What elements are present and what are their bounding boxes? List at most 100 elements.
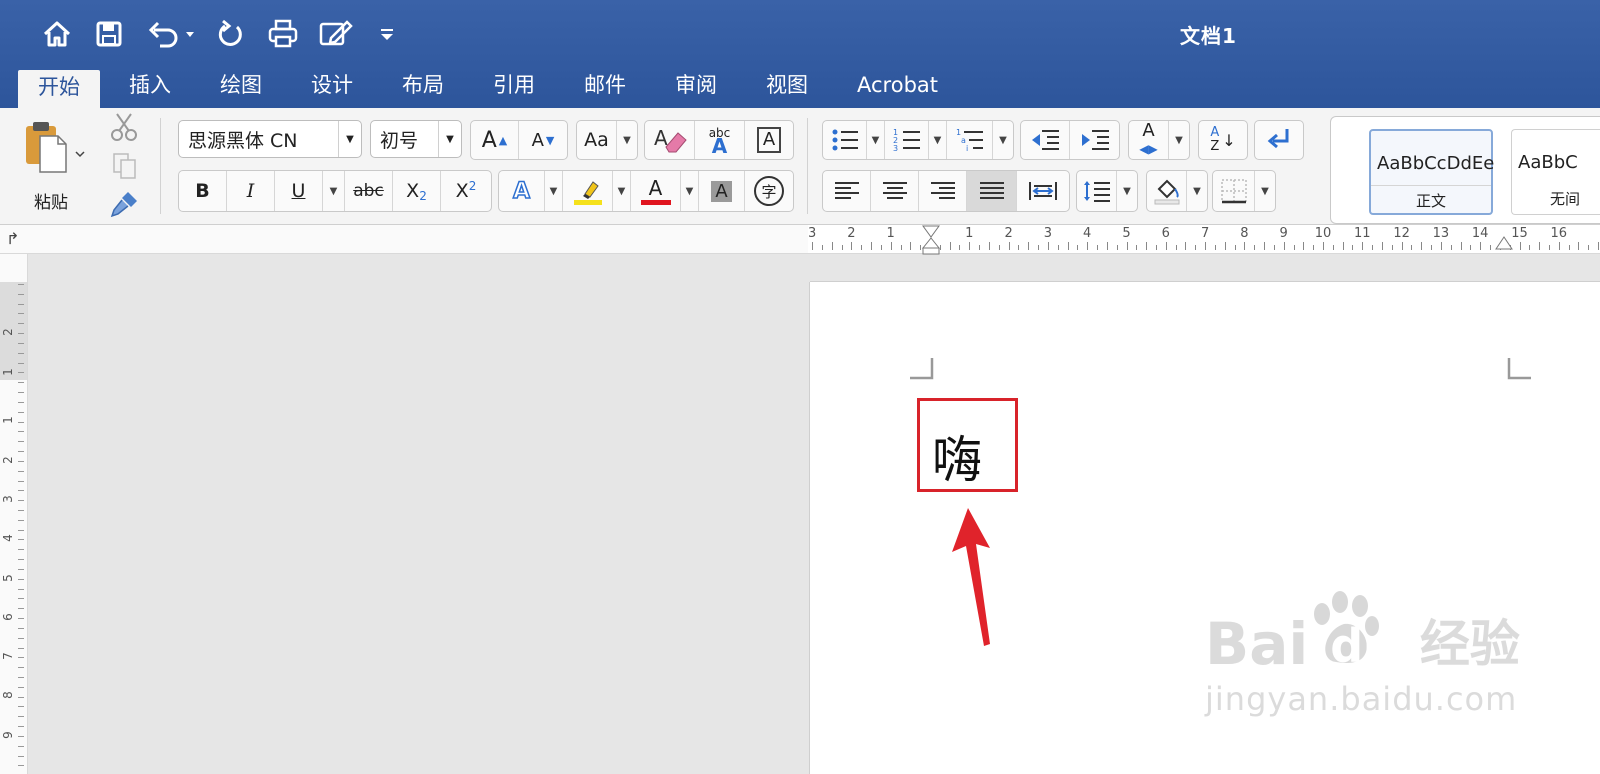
chevron-down-icon[interactable]: ▼ <box>993 121 1013 159</box>
horizontal-ruler[interactable]: ↱ 3 2 1 1 2 3 4 5 6 7 8 9 10 11 12 13 14 15 16 <box>0 225 1600 255</box>
multilevel-list-button[interactable]: 1ai <box>947 121 993 159</box>
shading-button[interactable]: ▼ <box>1146 170 1208 212</box>
chevron-down-icon[interactable]: ▼ <box>1187 171 1207 211</box>
chevron-down-icon[interactable]: ▼ <box>1255 171 1275 211</box>
style-item-no-spacing[interactable]: AaBbC 无间 <box>1511 129 1600 215</box>
tab-mailings[interactable]: 邮件 <box>564 68 646 106</box>
sort-button[interactable]: A Z ↓ <box>1198 120 1248 160</box>
align-center-button[interactable] <box>871 171 919 211</box>
right-indent-marker-icon[interactable] <box>1494 235 1514 251</box>
alignment-group <box>822 170 1070 212</box>
character-shading-button[interactable]: A <box>699 171 745 211</box>
indent-group <box>1020 120 1120 160</box>
format-painter-icon[interactable] <box>110 190 140 218</box>
clear-formatting-button[interactable]: A <box>645 121 695 159</box>
chevron-down-icon[interactable]: ▼ <box>617 121 637 159</box>
tab-layout[interactable]: 布局 <box>382 68 464 106</box>
ruler-tick <box>1391 245 1393 250</box>
borders-button[interactable]: ▼ <box>1212 170 1276 212</box>
print-icon[interactable] <box>266 17 300 51</box>
italic-button[interactable]: I <box>227 171 275 211</box>
home-icon[interactable] <box>40 17 74 51</box>
highlight-button[interactable] <box>563 171 613 211</box>
tab-insert[interactable]: 插入 <box>109 68 191 106</box>
tab-home[interactable]: 开始 <box>18 70 100 108</box>
decrease-indent-button[interactable] <box>1021 121 1070 159</box>
chevron-down-icon[interactable]: ▼ <box>1169 121 1189 159</box>
ruler-tick <box>18 372 24 374</box>
indent-marker-icon[interactable] <box>920 225 942 255</box>
chevron-down-icon[interactable]: ▼ <box>1117 171 1137 211</box>
tab-design[interactable]: 设计 <box>291 68 373 106</box>
ruler-tick <box>18 706 24 708</box>
paste-icon <box>26 122 85 173</box>
tab-stop-icon[interactable]: ↱ <box>6 229 19 248</box>
svg-text:3: 3 <box>893 144 898 153</box>
undo-icon[interactable] <box>146 17 202 51</box>
enclose-characters-button[interactable]: 字 <box>745 171 793 211</box>
show-formatting-button[interactable] <box>1254 120 1304 160</box>
justify-button[interactable] <box>967 171 1017 211</box>
ruler-tick <box>1244 242 1246 250</box>
font-misc-group: A abc A A <box>644 120 794 160</box>
ruler-tick <box>18 352 24 354</box>
chevron-down-icon[interactable]: ▼ <box>867 121 885 159</box>
bullet-list-icon <box>832 129 858 151</box>
vertical-ruler[interactable]: 2 1 1 2 3 4 5 6 7 8 9 <box>0 254 28 774</box>
font-size-select[interactable]: 初号 ▼ <box>370 120 462 158</box>
tab-references[interactable]: 引用 <box>473 68 555 106</box>
character-border-button[interactable]: A <box>745 121 793 159</box>
save-icon[interactable] <box>94 17 124 51</box>
bold-button[interactable]: B <box>179 171 227 211</box>
text-effects-button[interactable]: A <box>499 171 545 211</box>
align-right-button[interactable] <box>919 171 967 211</box>
ruler-tick <box>821 245 823 250</box>
chevron-down-icon[interactable]: ▼ <box>545 171 563 211</box>
chevron-down-icon[interactable]: ▼ <box>323 171 345 211</box>
align-left-button[interactable] <box>823 171 871 211</box>
superscript-button[interactable]: X2 <box>441 171 491 211</box>
text-direction-button[interactable]: A ◀▶ ▼ <box>1128 120 1190 160</box>
ruler-label: 10 <box>1314 226 1332 241</box>
line-spacing-button[interactable]: ▼ <box>1076 170 1138 212</box>
font-color-button[interactable]: A <box>631 171 681 211</box>
ruler-tick <box>890 242 892 250</box>
strikethrough-button[interactable]: abc <box>345 171 393 211</box>
chevron-down-icon[interactable]: ▼ <box>613 171 631 211</box>
tab-view[interactable]: 视图 <box>746 68 828 106</box>
chevron-down-icon[interactable]: ▼ <box>929 121 947 159</box>
chevron-down-icon[interactable]: ▼ <box>338 121 361 157</box>
ruler-label: 9 <box>0 730 15 739</box>
ruler-tick <box>18 313 24 315</box>
redo-icon[interactable] <box>214 17 246 51</box>
distributed-button[interactable] <box>1017 171 1069 211</box>
font-name-select[interactable]: 思源黑体 CN ▼ <box>178 120 362 158</box>
grow-font-button[interactable]: A ▲ <box>471 121 519 159</box>
ruler-tick <box>1254 245 1256 250</box>
copy-icon[interactable] <box>112 152 138 180</box>
underline-button[interactable]: U <box>275 171 323 211</box>
ruler-tick <box>18 500 24 502</box>
chevron-down-icon[interactable]: ▼ <box>681 171 699 211</box>
ruler-tick <box>1598 242 1600 250</box>
shrink-font-button[interactable]: A ▼ <box>519 121 567 159</box>
tab-acrobat[interactable]: Acrobat <box>837 68 958 106</box>
tab-review[interactable]: 审阅 <box>655 68 737 106</box>
numbering-button[interactable]: 123 <box>885 121 929 159</box>
cut-icon[interactable] <box>110 112 140 142</box>
customize-icon[interactable] <box>376 17 398 51</box>
phonetic-guide-button[interactable]: abc A <box>695 121 745 159</box>
increase-indent-button[interactable] <box>1070 121 1119 159</box>
style-item-normal[interactable]: AaBbCcDdEe 正文 <box>1369 129 1494 215</box>
change-case-button[interactable]: Aa ▼ <box>576 120 638 160</box>
bullets-button[interactable] <box>823 121 867 159</box>
ruler-tick <box>1480 242 1482 250</box>
tab-draw[interactable]: 绘图 <box>200 68 282 106</box>
subscript-button[interactable]: X2 <box>393 171 441 211</box>
ruler-tick <box>18 284 24 285</box>
chevron-down-icon[interactable]: ▼ <box>438 121 461 157</box>
ruler-tick <box>841 245 843 250</box>
edit-doc-icon[interactable] <box>318 17 354 51</box>
ruler-tick <box>1362 242 1364 250</box>
paste-button[interactable]: 粘贴 <box>20 118 98 213</box>
